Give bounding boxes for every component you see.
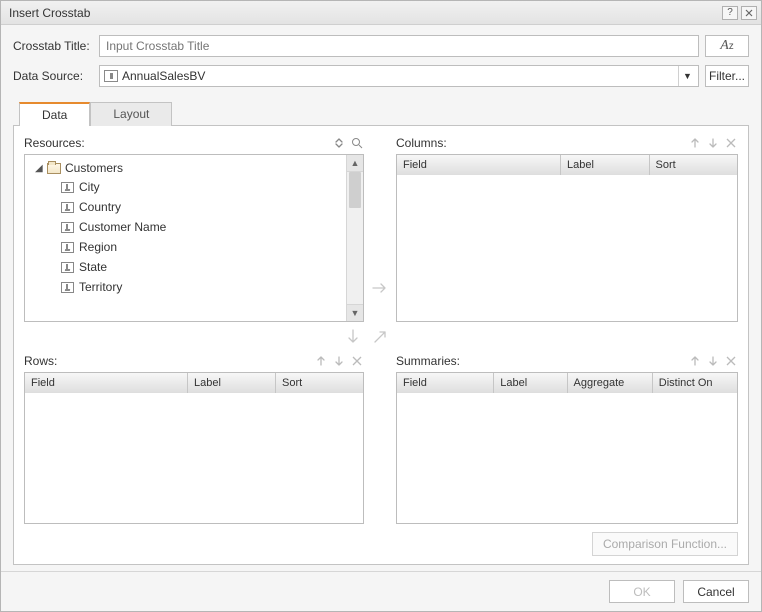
- font-style-button[interactable]: Az: [705, 35, 749, 57]
- field-icon: [61, 242, 74, 253]
- tab-data[interactable]: Data: [19, 102, 90, 126]
- move-down-icon[interactable]: [332, 354, 346, 368]
- tree-leaf[interactable]: Country: [61, 197, 357, 217]
- rows-label: Rows:: [24, 354, 57, 368]
- col-label[interactable]: Label: [494, 373, 567, 393]
- columns-label: Columns:: [396, 136, 447, 150]
- chevron-down-icon[interactable]: ▼: [678, 66, 696, 86]
- scroll-thumb[interactable]: [349, 172, 361, 208]
- remove-icon[interactable]: [350, 354, 364, 368]
- col-field[interactable]: Field: [397, 155, 561, 175]
- data-source-dropdown[interactable]: AnnualSalesBV ▼: [99, 65, 699, 87]
- scroll-down-icon[interactable]: ▼: [347, 304, 363, 321]
- move-down-to-rows-button[interactable]: [342, 326, 364, 348]
- tree-leaf[interactable]: Region: [61, 237, 357, 257]
- cancel-button[interactable]: Cancel: [683, 580, 749, 603]
- remove-icon[interactable]: [724, 136, 738, 150]
- expander-icon[interactable]: ◢: [35, 163, 45, 174]
- field-icon: [61, 182, 74, 193]
- col-distinct[interactable]: Distinct On: [653, 373, 737, 393]
- comparison-function-button[interactable]: Comparison Function...: [592, 532, 738, 556]
- resources-tree[interactable]: ◢ Customers City: [24, 154, 364, 322]
- ok-button[interactable]: OK: [609, 580, 675, 603]
- move-down-icon[interactable]: [706, 136, 720, 150]
- move-up-icon[interactable]: [688, 136, 702, 150]
- summaries-label: Summaries:: [396, 354, 460, 368]
- move-down-icon[interactable]: [706, 354, 720, 368]
- filter-button[interactable]: Filter...: [705, 65, 749, 87]
- tree-leaf[interactable]: Customer Name: [61, 217, 357, 237]
- close-button[interactable]: [741, 6, 757, 20]
- col-sort[interactable]: Sort: [650, 155, 738, 175]
- datasource-icon: [104, 70, 118, 82]
- folder-icon: [47, 163, 61, 174]
- dialog-title: Insert Crosstab: [9, 6, 90, 20]
- help-button[interactable]: ?: [722, 6, 738, 20]
- tab-layout[interactable]: Layout: [90, 102, 172, 126]
- move-diagonal-button[interactable]: [369, 326, 391, 348]
- tree-root-customers[interactable]: ◢ Customers: [31, 159, 357, 177]
- field-icon: [61, 262, 74, 273]
- columns-table[interactable]: Field Label Sort: [396, 154, 738, 322]
- move-right-button[interactable]: [369, 277, 391, 299]
- col-field[interactable]: Field: [397, 373, 494, 393]
- tree-leaf[interactable]: State: [61, 257, 357, 277]
- scrollbar[interactable]: ▲ ▼: [346, 155, 363, 321]
- col-field[interactable]: Field: [25, 373, 188, 393]
- sort-updown-icon[interactable]: [332, 136, 346, 150]
- col-label[interactable]: Label: [188, 373, 276, 393]
- titlebar: Insert Crosstab ?: [1, 1, 761, 25]
- data-source-value: AnnualSalesBV: [122, 69, 678, 83]
- rows-table[interactable]: Field Label Sort: [24, 372, 364, 524]
- data-source-label: Data Source:: [13, 69, 99, 83]
- move-up-icon[interactable]: [688, 354, 702, 368]
- col-aggregate[interactable]: Aggregate: [568, 373, 653, 393]
- col-sort[interactable]: Sort: [276, 373, 363, 393]
- field-icon: [61, 282, 74, 293]
- crosstab-title-input[interactable]: [99, 35, 699, 57]
- field-icon: [61, 202, 74, 213]
- remove-icon[interactable]: [724, 354, 738, 368]
- crosstab-title-label: Crosstab Title:: [13, 39, 99, 53]
- field-icon: [61, 222, 74, 233]
- tree-leaf[interactable]: Territory: [61, 277, 357, 297]
- scroll-up-icon[interactable]: ▲: [347, 155, 363, 172]
- summaries-table[interactable]: Field Label Aggregate Distinct On: [396, 372, 738, 524]
- move-up-icon[interactable]: [314, 354, 328, 368]
- search-icon[interactable]: [350, 136, 364, 150]
- col-label[interactable]: Label: [561, 155, 650, 175]
- tree-leaf[interactable]: City: [61, 177, 357, 197]
- resources-label: Resources:: [24, 136, 85, 150]
